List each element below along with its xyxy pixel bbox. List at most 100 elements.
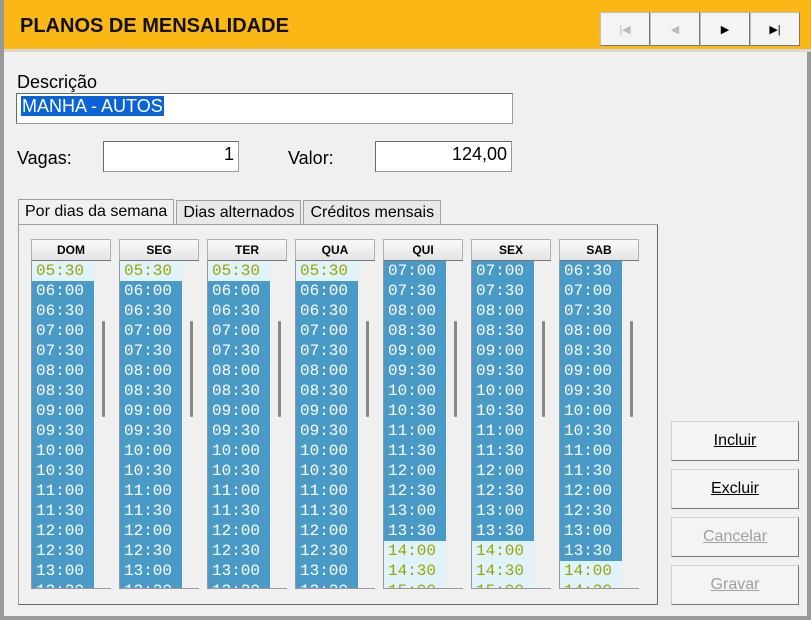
time-slot[interactable]: 08:30 (560, 341, 622, 361)
time-slot[interactable]: 12:00 (120, 521, 182, 541)
time-slot[interactable]: 09:00 (296, 401, 358, 421)
time-slot[interactable]: 07:00 (472, 261, 534, 281)
time-slot[interactable]: 09:30 (472, 361, 534, 381)
time-slot[interactable]: 06:30 (296, 301, 358, 321)
time-slot[interactable]: 07:00 (296, 321, 358, 341)
time-slot[interactable]: 10:30 (208, 461, 270, 481)
time-slot[interactable]: 09:00 (32, 401, 94, 421)
time-slot[interactable]: 08:00 (560, 321, 622, 341)
time-slot[interactable]: 09:30 (208, 421, 270, 441)
time-slot[interactable]: 12:00 (384, 461, 446, 481)
scrollbar[interactable] (190, 321, 193, 417)
time-slot[interactable]: 13:00 (120, 561, 182, 581)
time-slot[interactable]: 12:30 (384, 481, 446, 501)
tab-creditos-mensais[interactable]: Créditos mensais (303, 200, 442, 226)
time-slot[interactable]: 12:30 (560, 501, 622, 521)
time-slot[interactable]: 06:00 (296, 281, 358, 301)
time-slot[interactable]: 11:00 (208, 481, 270, 501)
time-slot[interactable]: 07:30 (560, 301, 622, 321)
time-slot[interactable]: 08:30 (120, 381, 182, 401)
last-record-button[interactable]: ▶| (750, 12, 800, 46)
time-slot[interactable]: 08:00 (120, 361, 182, 381)
scrollbar[interactable] (542, 321, 545, 417)
scrollbar[interactable] (102, 321, 105, 417)
time-slot[interactable]: 08:00 (384, 301, 446, 321)
time-slot[interactable]: 12:30 (120, 541, 182, 561)
time-slot[interactable]: 05:30 (296, 261, 358, 281)
scrollbar[interactable] (630, 321, 633, 417)
time-slot[interactable]: 13:00 (472, 501, 534, 521)
time-slot[interactable]: 08:00 (32, 361, 94, 381)
next-record-button[interactable]: ▶ (700, 12, 750, 46)
time-slot[interactable]: 09:30 (384, 361, 446, 381)
time-slot[interactable]: 15:00 (384, 581, 446, 588)
scrollbar[interactable] (366, 321, 369, 417)
time-slot[interactable]: 09:30 (120, 421, 182, 441)
time-slot[interactable]: 11:00 (32, 481, 94, 501)
time-slot[interactable]: 06:00 (32, 281, 94, 301)
time-slot[interactable]: 06:00 (208, 281, 270, 301)
time-slot[interactable]: 13:00 (560, 521, 622, 541)
time-slot[interactable]: 12:30 (208, 541, 270, 561)
time-slot[interactable]: 08:30 (208, 381, 270, 401)
time-slot[interactable]: 12:00 (472, 461, 534, 481)
time-slot[interactable]: 13:30 (32, 581, 94, 588)
time-slot[interactable]: 09:00 (120, 401, 182, 421)
time-slot[interactable]: 09:30 (32, 421, 94, 441)
time-slot[interactable]: 07:00 (560, 281, 622, 301)
time-slot[interactable]: 07:30 (296, 341, 358, 361)
time-slot[interactable]: 06:30 (560, 261, 622, 281)
time-slot[interactable]: 08:30 (384, 321, 446, 341)
time-slot[interactable]: 11:00 (384, 421, 446, 441)
time-slot[interactable]: 07:00 (32, 321, 94, 341)
time-slot[interactable]: 09:30 (560, 381, 622, 401)
time-slot[interactable]: 12:30 (32, 541, 94, 561)
tab-por-dias-da-semana[interactable]: Por dias da semana (18, 199, 175, 227)
time-slot[interactable]: 09:00 (560, 361, 622, 381)
time-slot[interactable]: 12:00 (296, 521, 358, 541)
time-slot[interactable]: 11:00 (120, 481, 182, 501)
time-slot[interactable]: 12:30 (472, 481, 534, 501)
time-slot[interactable]: 10:30 (472, 401, 534, 421)
time-slot[interactable]: 14:00 (384, 541, 446, 561)
time-slot[interactable]: 06:30 (120, 301, 182, 321)
excluir-button[interactable]: Excluir (671, 469, 799, 509)
time-slot[interactable]: 08:00 (296, 361, 358, 381)
time-slot-list[interactable]: 07:00 07:30 08:00 08:30 09:00 09:30 10:00 10:30… (471, 261, 551, 589)
previous-record-button[interactable]: ◀ (650, 12, 700, 46)
time-slot[interactable]: 14:00 (560, 561, 622, 581)
time-slot[interactable]: 13:30 (560, 541, 622, 561)
time-slot[interactable]: 07:00 (384, 261, 446, 281)
time-slot-list[interactable]: 05:30 06:00 06:30 07:00 07:30 08:00 08:30 09:00… (31, 261, 111, 589)
descricao-field[interactable]: MANHA - AUTOS (16, 93, 513, 124)
time-slot[interactable]: 13:30 (120, 581, 182, 588)
first-record-button[interactable]: |◀ (600, 12, 650, 46)
scrollbar[interactable] (278, 321, 281, 417)
time-slot[interactable]: 11:30 (208, 501, 270, 521)
time-slot[interactable]: 10:00 (120, 441, 182, 461)
time-slot[interactable]: 12:00 (560, 481, 622, 501)
time-slot[interactable]: 06:30 (32, 301, 94, 321)
time-slot[interactable]: 11:00 (472, 421, 534, 441)
time-slot[interactable]: 13:30 (472, 521, 534, 541)
valor-field[interactable]: 124,00 (375, 141, 512, 172)
time-slot[interactable]: 10:00 (208, 441, 270, 461)
time-slot-list[interactable]: 07:00 07:30 08:00 08:30 09:00 09:30 10:00 10:30… (383, 261, 463, 589)
time-slot[interactable]: 11:30 (32, 501, 94, 521)
time-slot[interactable]: 10:00 (384, 381, 446, 401)
time-slot[interactable]: 08:30 (296, 381, 358, 401)
time-slot[interactable]: 07:00 (208, 321, 270, 341)
time-slot[interactable]: 11:30 (296, 501, 358, 521)
incluir-button[interactable]: Incluir (671, 421, 799, 461)
time-slot[interactable]: 07:30 (472, 281, 534, 301)
time-slot[interactable]: 10:00 (560, 401, 622, 421)
time-slot[interactable]: 05:30 (32, 261, 94, 281)
time-slot[interactable]: 09:00 (208, 401, 270, 421)
time-slot[interactable]: 15:00 (472, 581, 534, 588)
time-slot[interactable]: 09:30 (296, 421, 358, 441)
time-slot[interactable]: 11:30 (472, 441, 534, 461)
time-slot[interactable]: 05:30 (120, 261, 182, 281)
cancelar-button[interactable]: Cancelar (671, 517, 799, 557)
time-slot[interactable]: 08:30 (472, 321, 534, 341)
time-slot[interactable]: 11:30 (560, 461, 622, 481)
